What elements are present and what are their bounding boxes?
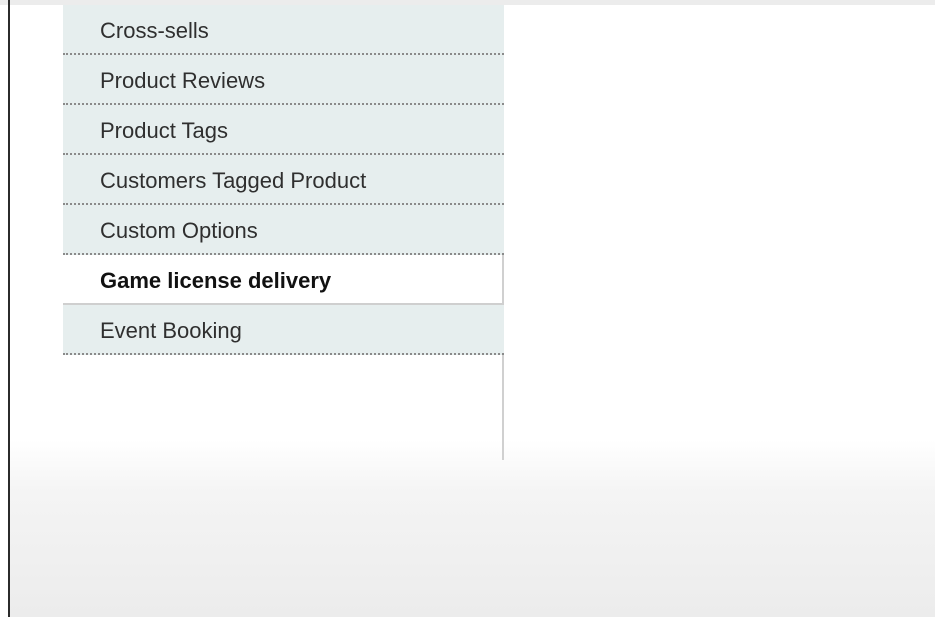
tab-label: Product Tags <box>100 118 229 143</box>
product-tabs-list: Cross-sells Product Reviews Product Tags… <box>63 5 504 355</box>
tab-product-tags[interactable]: Product Tags <box>63 105 504 155</box>
tab-label: Customers Tagged Product <box>100 168 367 193</box>
content-footer-area <box>10 440 935 617</box>
tab-cross-sells[interactable]: Cross-sells <box>63 5 504 55</box>
tab-customers-tagged-product[interactable]: Customers Tagged Product <box>63 155 504 205</box>
tab-custom-options[interactable]: Custom Options <box>63 205 504 255</box>
tab-product-reviews[interactable]: Product Reviews <box>63 55 504 105</box>
product-tabs-panel: Cross-sells Product Reviews Product Tags… <box>63 5 504 460</box>
tab-label: Product Reviews <box>100 68 266 93</box>
tab-event-booking[interactable]: Event Booking <box>63 305 504 355</box>
tab-label: Event Booking <box>100 318 242 343</box>
tab-label: Custom Options <box>100 218 258 243</box>
tab-label: Game license delivery <box>100 268 332 293</box>
tab-game-license-delivery[interactable]: Game license delivery <box>63 255 502 305</box>
tab-label: Cross-sells <box>100 18 209 43</box>
